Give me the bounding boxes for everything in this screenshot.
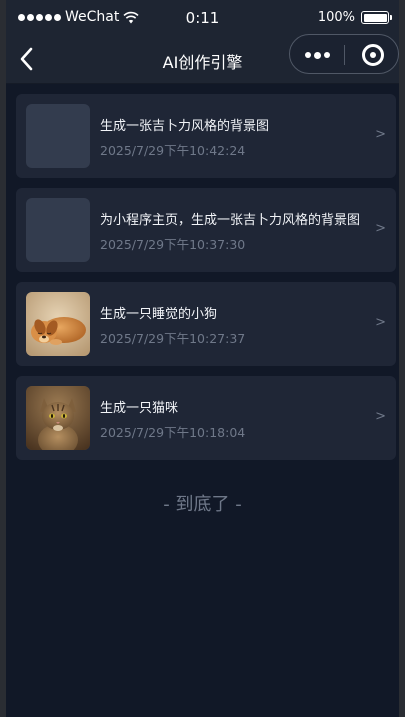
list-item[interactable]: 生成一只睡觉的小狗 2025/7/29下午10:27:37 > [16, 282, 396, 366]
thumbnail-placeholder [26, 198, 90, 262]
history-list: 生成一张吉卜力风格的背景图 2025/7/29下午10:42:24 > 为小程序… [16, 94, 396, 470]
more-dots-icon [305, 52, 311, 58]
capsule-divider [344, 45, 345, 65]
chevron-right-icon: > [375, 127, 386, 142]
chevron-right-icon: > [375, 315, 386, 330]
status-right: 100% [317, 10, 392, 25]
nav-bar: AI创作引擎 [6, 34, 399, 84]
back-arrow-icon[interactable] [16, 46, 40, 72]
status-bar: WeChat 0:11 100% [6, 0, 399, 34]
phone-screen: WeChat 0:11 100% AI创作引擎 生成一张吉卜力风格的背景图 20… [6, 0, 399, 717]
item-timestamp: 2025/7/29下午10:18:04 [100, 425, 246, 440]
item-title: 生成一张吉卜力风格的背景图 [100, 119, 270, 134]
list-item[interactable]: 为小程序主页，生成一张吉卜力风格的背景图 2025/7/29下午10:37:30… [16, 188, 396, 272]
mini-program-capsule [289, 34, 399, 74]
item-title: 生成一只睡觉的小狗 [100, 307, 218, 322]
item-title: 生成一只猫咪 [100, 401, 179, 416]
end-of-list-text: - 到底了 - [163, 494, 242, 515]
item-timestamp: 2025/7/29下午10:42:24 [100, 143, 246, 158]
item-timestamp: 2025/7/29下午10:37:30 [100, 237, 246, 252]
item-timestamp: 2025/7/29下午10:27:37 [100, 331, 246, 346]
list-item[interactable]: 生成一只猫咪 2025/7/29下午10:18:04 > [16, 376, 396, 460]
battery-percent: 100% [317, 10, 355, 25]
chevron-right-icon: > [375, 221, 386, 236]
list-item[interactable]: 生成一张吉卜力风格的背景图 2025/7/29下午10:42:24 > [16, 94, 396, 178]
battery-icon [361, 11, 392, 24]
more-menu-button[interactable] [290, 35, 345, 75]
target-close-icon [362, 44, 384, 66]
item-title: 为小程序主页，生成一张吉卜力风格的背景图 [100, 213, 361, 228]
close-program-button[interactable] [346, 35, 399, 75]
chevron-right-icon: > [375, 409, 386, 424]
thumbnail-placeholder [26, 104, 90, 168]
sleeping-puppy-image [26, 292, 90, 356]
tabby-cat-image [26, 386, 90, 450]
